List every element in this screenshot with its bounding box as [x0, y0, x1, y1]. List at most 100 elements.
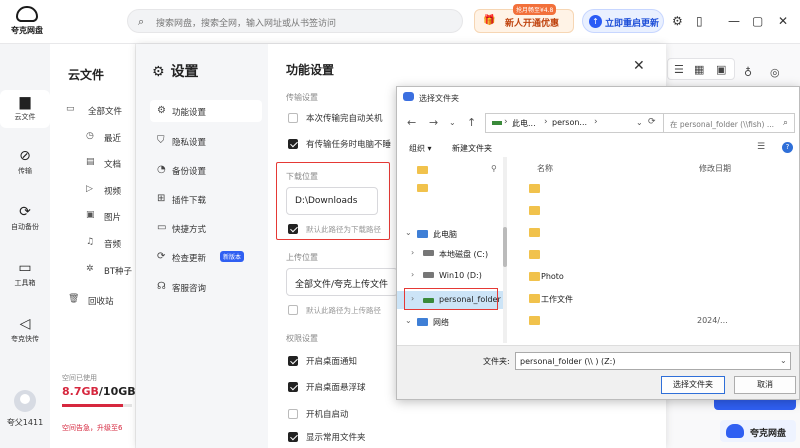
minimize-icon[interactable]: —	[728, 14, 740, 28]
file-list: 名称 修改日期 Photo 工作文件 2024/...	[511, 157, 799, 343]
chevron-right-icon[interactable]: ›	[411, 248, 414, 257]
settings-title: ⚙ 设置	[152, 64, 199, 80]
phone-icon[interactable]: ▯	[696, 14, 703, 28]
list-item[interactable]	[511, 223, 793, 243]
view-toggle[interactable]: ☰ ▦ ▣	[667, 58, 735, 80]
tree-item-recent[interactable]: ◷ 最近	[50, 129, 136, 147]
nav-item-toolbox[interactable]: ▭ 工具箱	[0, 260, 50, 288]
tree-item-this-pc[interactable]: ⌄ 此电脑	[397, 225, 505, 243]
settings-menu-check-update[interactable]: ⟳ 检查更新 新版本	[150, 246, 262, 268]
list-item[interactable]	[511, 245, 793, 265]
tree-item-all-files[interactable]: ▭ 全部文件	[50, 102, 136, 120]
tree-item-folder[interactable]: ⚲	[397, 161, 505, 179]
checkbox-checked[interactable]	[288, 355, 298, 366]
select-folder-button[interactable]: 选择文件夹	[661, 376, 725, 394]
list-item[interactable]: Photo	[511, 267, 793, 287]
checkbox-checked[interactable]	[288, 138, 298, 149]
settings-menu-function[interactable]: ⚙ 功能设置	[150, 100, 262, 122]
close-icon[interactable]: ✕	[778, 14, 788, 28]
option-default-upload[interactable]: 默认此路径为上传路径	[288, 305, 381, 316]
preview-view-icon[interactable]: ▣	[716, 63, 726, 76]
settings-menu-plugin[interactable]: ⊞ 插件下载	[150, 188, 262, 210]
tree-item-drive-d[interactable]: › Win10 (D:)	[397, 267, 505, 285]
settings-icon[interactable]: ⚙	[672, 14, 683, 28]
close-icon[interactable]: ✕	[633, 58, 645, 74]
checkbox[interactable]	[288, 112, 298, 123]
cloud-logo-icon	[16, 6, 38, 22]
tree-scrollbar[interactable]	[503, 157, 507, 343]
option-no-sleep[interactable]: 有传输任务时电脑不睡	[288, 138, 391, 150]
chevron-down-icon[interactable]: ⌄	[636, 118, 643, 127]
organize-menu[interactable]: 组织 ▾	[409, 143, 432, 154]
refresh-icon[interactable]: ⟳	[648, 117, 656, 127]
promo-label: 新人开通优惠	[505, 19, 560, 29]
option-float-ball[interactable]: 开启桌面悬浮球	[288, 381, 366, 393]
column-date[interactable]: 修改日期	[699, 163, 731, 174]
list-item[interactable]: 2024/...	[511, 311, 793, 331]
checkbox[interactable]	[288, 305, 298, 315]
checkbox[interactable]	[288, 408, 298, 419]
settings-menu-shortcut[interactable]: ▭ 快捷方式	[150, 217, 262, 239]
shield-icon: ⛉	[157, 135, 165, 146]
update-button[interactable]: ↑ 立即重启更新	[582, 9, 664, 33]
folder-search-input[interactable]: 在 personal_folder (\\fish) ... ⌕	[663, 113, 795, 133]
scrollbar-thumb[interactable]	[503, 227, 507, 267]
forward-arrow-icon[interactable]: →	[429, 116, 438, 129]
option-common-folder[interactable]: 显示常用文件夹	[288, 431, 366, 443]
nav-item-auto-backup[interactable]: ⟳ 自动备份	[0, 204, 50, 232]
up-arrow-icon[interactable]: ↑	[467, 116, 476, 129]
settings-menu-privacy[interactable]: ⛉ 隐私设置	[150, 130, 262, 152]
new-folder-button[interactable]: 新建文件夹	[452, 143, 492, 154]
tree-item-bt-seeds[interactable]: ✲ BT种子	[50, 262, 136, 280]
nav-item-cloud-files[interactable]: ▆ 云文件	[0, 90, 50, 128]
send-icon: ◁	[19, 316, 31, 332]
storage-warning[interactable]: 空间告急，升级至6	[62, 423, 122, 433]
column-name[interactable]: 名称	[537, 163, 553, 174]
maximize-icon[interactable]: ▢	[752, 14, 763, 28]
chevron-down-icon[interactable]: ⌄	[780, 356, 787, 365]
list-view-icon[interactable]: ☰	[674, 63, 684, 76]
search-bar[interactable]: ⌕ 搜索网盘，搜索全网，输入网址或从书签访问	[127, 9, 463, 33]
upload-path-field[interactable]: 全部文件/夸克上传文件	[286, 268, 398, 296]
dialog-titlebar: 选择文件夹	[397, 87, 799, 109]
list-item[interactable]	[511, 179, 793, 199]
tree-item-network[interactable]: ⌄ 网络	[397, 313, 505, 331]
cancel-button[interactable]: 取消	[734, 376, 796, 394]
chevron-down-icon[interactable]: ⌄	[449, 118, 456, 127]
user-profile[interactable]: 夸父1411	[0, 390, 50, 428]
help-icon[interactable]: ?	[782, 142, 793, 153]
tree-item-folder[interactable]	[397, 179, 505, 197]
list-item[interactable]	[511, 201, 793, 221]
left-nav: ▆ 云文件 ⊘ 传输 ⟳ 自动备份 ▭ 工具箱 ◁ 夸克快传	[0, 44, 50, 448]
lightbulb-icon[interactable]: ♁	[744, 66, 752, 79]
grid-view-icon[interactable]: ▦	[694, 63, 704, 76]
nav-item-quick-send[interactable]: ◁ 夸克快传	[0, 316, 50, 344]
option-auto-shutdown[interactable]: 本次传输完自动关机	[288, 112, 383, 124]
chevron-down-icon[interactable]: ⌄	[405, 316, 412, 325]
nav-item-transfer[interactable]: ⊘ 传输	[0, 148, 50, 176]
tree-item-documents[interactable]: ▤ 文档	[50, 155, 136, 173]
folder-icon	[529, 250, 540, 259]
folder-icon	[529, 316, 540, 325]
tree-item-recycle-bin[interactable]: 🗑 回收站	[50, 292, 136, 310]
help-icon[interactable]: ◎	[770, 66, 780, 79]
tree-item-videos[interactable]: ▷ 视频	[50, 182, 136, 200]
folder-name-input[interactable]: personal_folder (\\ ) (Z:) ⌄	[515, 352, 791, 370]
settings-menu-support[interactable]: ☊ 客服咨询	[150, 276, 262, 298]
option-autostart[interactable]: 开机自启动	[288, 408, 349, 420]
option-desktop-notify[interactable]: 开启桌面通知	[288, 355, 357, 367]
navigation-pane: ⚲ ⌄ 此电脑 › 本地磁盘 (C:) › Win10 (D:) › perso…	[397, 157, 507, 343]
chevron-right-icon[interactable]: ›	[411, 270, 414, 279]
list-item[interactable]: 工作文件	[511, 289, 793, 309]
tree-item-images[interactable]: ▣ 图片	[50, 208, 136, 226]
checkbox-checked[interactable]	[288, 381, 298, 392]
tree-item-drive-c[interactable]: › 本地磁盘 (C:)	[397, 245, 505, 263]
tree-item-audio[interactable]: ♫ 音频	[50, 235, 136, 253]
app-logo[interactable]: 夸克网盘	[10, 6, 44, 36]
view-options-icon[interactable]: ☰	[757, 142, 765, 152]
chevron-down-icon[interactable]: ⌄	[405, 228, 412, 237]
checkbox-checked[interactable]	[288, 431, 298, 442]
promo-button[interactable]: 抢月畅至¥4.8 🎁 新人开通优惠	[474, 4, 574, 33]
back-arrow-icon[interactable]: ←	[407, 116, 416, 129]
settings-menu-backup[interactable]: ◔ 备份设置	[150, 159, 262, 181]
